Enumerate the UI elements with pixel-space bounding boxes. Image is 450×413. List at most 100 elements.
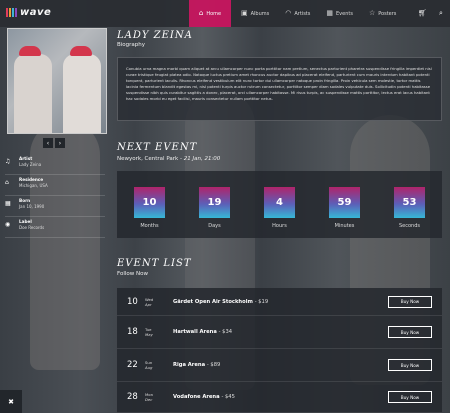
event-day: 10: [127, 296, 138, 307]
logo-text: wave: [20, 7, 52, 18]
event-date-meta: Sun Aug: [145, 360, 173, 370]
event-date-meta: Mon Dec: [145, 392, 173, 402]
nav-item-home[interactable]: ⌂ Home: [189, 0, 231, 27]
countdown-months: 10 Months: [134, 187, 165, 229]
photo-figure: [14, 54, 52, 133]
countdown-value: 53: [394, 187, 425, 218]
buy-now-button[interactable]: Buy Now: [388, 391, 432, 403]
next-event-subtitle: Newyork, Central Park - 21 Jan, 21:00: [117, 156, 221, 162]
next-arrow-icon[interactable]: ›: [55, 138, 65, 148]
event-row: 18 Tue May Hartwall Arena - $34 Buy Now: [117, 316, 442, 349]
buy-now-button[interactable]: Buy Now: [388, 359, 432, 371]
nav-item-events[interactable]: ▦ Events: [320, 0, 359, 27]
next-event-title: NEXT EVENT: [117, 142, 198, 153]
photo-figure: [63, 54, 101, 133]
info-label: Born: [19, 198, 31, 203]
event-list-subtitle: Follow Now: [117, 271, 148, 277]
nav-label: Artists: [294, 10, 311, 17]
event-date-meta: Wed Apr: [145, 297, 173, 307]
buy-now-button[interactable]: Buy Now: [388, 326, 432, 338]
event-day: 22: [127, 360, 138, 370]
info-label: Label: [19, 219, 32, 224]
nav-label: Events: [336, 10, 353, 17]
event-month: Dec: [145, 397, 153, 402]
event-list-title: EVENT LIST: [117, 258, 192, 269]
cart-icon[interactable]: 🛒︎: [418, 9, 427, 17]
next-event-place: Newyork, Central Park: [117, 156, 179, 162]
prev-arrow-icon[interactable]: ‹: [43, 138, 53, 148]
event-name-text: Riga Arena: [173, 362, 206, 368]
event-name-text: Gärdet Open Air Stockholm: [173, 298, 253, 305]
countdown-unit: Months: [140, 223, 159, 229]
countdown-seconds: 53 Seconds: [394, 187, 425, 229]
info-value: Lady Zeina: [19, 162, 42, 167]
countdown-value: 10: [134, 187, 165, 218]
biography-text: Conubia urna magna morbi quam aliquet at…: [117, 57, 442, 121]
countdown-value: 59: [329, 187, 360, 218]
logo-bar: [9, 7, 11, 17]
nav-item-artists[interactable]: ◠ Artists: [279, 0, 316, 27]
close-icon[interactable]: ✖: [0, 390, 22, 413]
star-icon: ☆: [368, 9, 376, 17]
countdown-unit: Seconds: [398, 223, 420, 229]
countdown-unit: Hours: [272, 223, 287, 229]
event-name-text: Hartwall Arena: [173, 329, 217, 335]
photo-cap: [70, 46, 92, 56]
nav-label: Albums: [250, 10, 270, 17]
headphones-icon: ◠: [285, 9, 292, 17]
album-icon: ▣: [241, 9, 248, 17]
buy-now-button[interactable]: Buy Now: [388, 295, 432, 308]
house-icon: ⌂: [5, 179, 9, 186]
event-row: 22 Sun Aug Riga Arena - $89 Buy Now: [117, 349, 442, 382]
event-row: 10 Wed Apr Gärdet Open Air Stockholm - $1…: [117, 288, 442, 316]
info-value: Doe Records: [19, 225, 45, 230]
nav-label: Posters: [378, 10, 397, 17]
event-price: $45: [224, 394, 235, 400]
event-day: 28: [127, 392, 138, 402]
event-price: $89: [210, 362, 221, 368]
info-row-label: ◉ Label Doe Records: [5, 217, 105, 238]
info-row-artist: ♫ Artist Lady Zeina: [5, 154, 105, 175]
nav-label: Home: [206, 10, 222, 17]
countdown-value: 19: [199, 187, 230, 218]
logo-bar: [6, 7, 8, 17]
logo-bar: [15, 7, 17, 17]
nav-item-posters[interactable]: ☆ Posters: [363, 0, 402, 27]
countdown-hours: 4 Hours: [264, 187, 295, 229]
home-icon: ⌂: [198, 9, 204, 17]
photo-cap: [19, 46, 41, 56]
biography-heading: Biography: [117, 42, 146, 48]
info-label: Artist: [19, 156, 33, 161]
info-value: Michigan, USA: [19, 183, 48, 188]
top-navbar: wave ⌂ Home ▣ Albums ◠ Artists ▦ Events ☆ Pos…: [0, 0, 450, 27]
countdown-days: 19 Days: [199, 187, 230, 229]
event-month: Aug: [145, 365, 153, 370]
music-icon: ♫: [5, 158, 11, 165]
artist-photo: [7, 28, 107, 134]
event-list: 10 Wed Apr Gärdet Open Air Stockholm - $1…: [117, 288, 442, 413]
event-name[interactable]: Gärdet Open Air Stockholm - $19: [173, 299, 388, 305]
logo[interactable]: wave: [6, 7, 51, 18]
info-value: Jan 10, 1990: [19, 204, 45, 209]
event-price: $19: [258, 298, 269, 305]
artist-name: LADY ZEINA: [117, 30, 193, 41]
main-nav: ⌂ Home ▣ Albums ◠ Artists ▦ Events ☆ Posters: [189, 0, 402, 27]
event-day: 18: [127, 327, 138, 337]
nav-item-albums[interactable]: ▣ Albums: [235, 0, 275, 27]
event-month: May: [145, 332, 153, 337]
event-name[interactable]: Hartwall Arena - $34: [173, 329, 388, 335]
search-icon[interactable]: ⌕: [439, 9, 443, 18]
logo-bar: [12, 7, 14, 17]
countdown-unit: Minutes: [334, 223, 355, 229]
countdown-minutes: 59 Minutes: [329, 187, 360, 229]
event-name[interactable]: Riga Arena - $89: [173, 362, 388, 368]
info-row-born: ▦ Born Jan 10, 1990: [5, 196, 105, 217]
calendar-icon: ▦: [5, 200, 11, 207]
countdown-value: 4: [264, 187, 295, 218]
next-event-date: 21 Jan, 21:00: [183, 156, 221, 162]
event-price: $34: [222, 329, 233, 335]
event-name[interactable]: Vodafone Arena - $45: [173, 394, 388, 400]
countdown-panel: 10 Months 19 Days 4 Hours 59 Minutes 53 …: [117, 171, 442, 238]
info-row-residence: ⌂ Residence Michigan, USA: [5, 175, 105, 196]
countdown-unit: Days: [208, 223, 221, 229]
